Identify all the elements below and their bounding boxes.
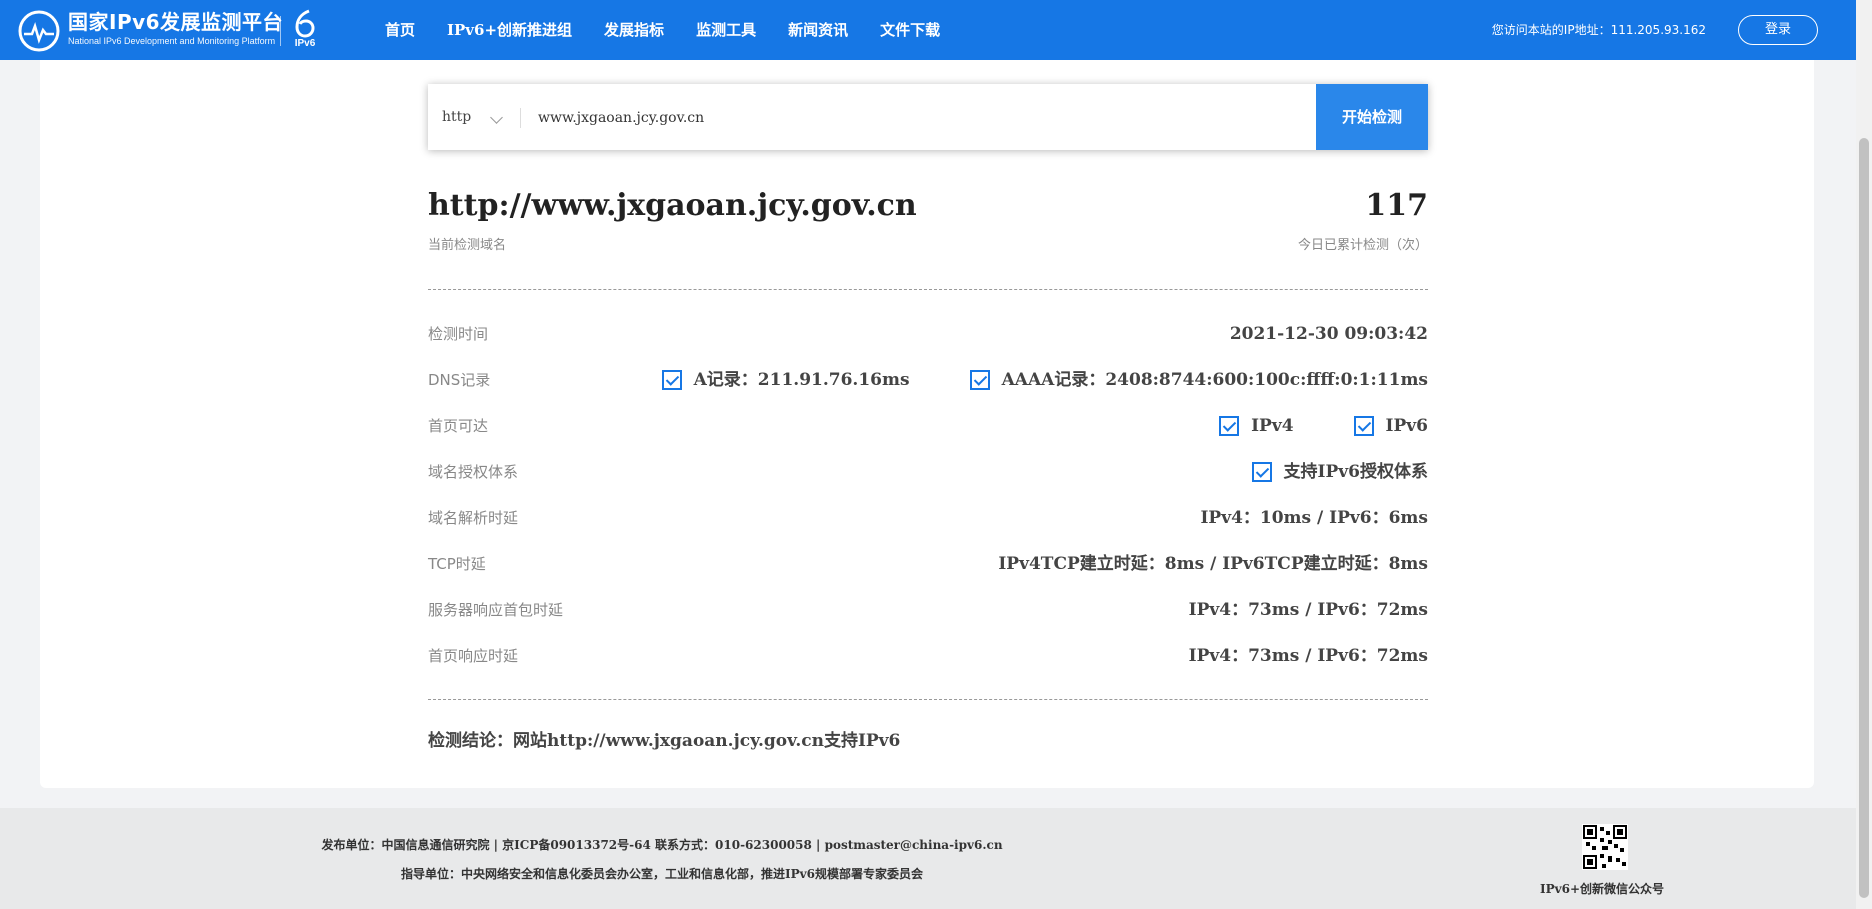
current-domain: http://www.jxgaoan.jcy.gov.cn [428,188,917,223]
resolve-label: 域名解析时延 [428,509,519,527]
row-auth: 域名授权体系 支持IPv6授权体系 [428,458,1428,486]
ipv6-6-icon [295,9,315,38]
check-icon [1219,416,1240,436]
auth-label: 域名授权体系 [428,463,519,481]
nav-downloads[interactable]: 文件下载 [880,0,940,60]
footer-publisher: 发布单位：中国信息通信研究院 | 京ICP备09013372号-64 联系方式：… [321,838,1003,852]
server-value: IPv4：73ms / IPv6：72ms [1188,600,1428,620]
check-count-label: 今日已累计检测（次） [1297,238,1428,253]
check-count: 117 [1365,188,1428,223]
dns-aaaa-record: AAAA记录：2408:8744:600:100c:ffff:0:1:11ms [1001,370,1428,390]
visitor-ip-text: 您访问本站的IP地址：111.205.93.162 [1491,23,1706,37]
conclusion-text: 检测结论：网站http://www.jxgaoan.jcy.gov.cn支持IP… [428,731,901,751]
current-domain-label: 当前检测域名 [428,238,507,253]
check-icon [1251,462,1272,482]
tcp-label: TCP时延 [428,555,486,573]
divider-bottom [428,699,1428,700]
dns-label: DNS记录 [428,371,491,389]
nav-monitor-tools[interactable]: 监测工具 [696,0,756,60]
login-button[interactable]: 登录 [1738,15,1818,45]
result-card: http 开始检测 http://www.jxgaoan.jcy.gov.cn … [40,60,1814,788]
page-footer: 发布单位：中国信息通信研究院 | 京ICP备09013372号-64 联系方式：… [0,808,1856,909]
nav-ipv6-plus[interactable]: IPv6+创新推进组 [447,0,572,60]
top-header: 国家IPv6发展监测平台 National IPv6 Development a… [0,0,1856,60]
nav-home[interactable]: 首页 [385,0,415,60]
check-icon [1353,416,1374,436]
logo-divider [280,16,281,46]
resolve-value: IPv4：10ms / IPv6：6ms [1200,508,1428,528]
row-homepage: 首页可达 IPv4 IPv6 [428,412,1428,440]
nav-indicators[interactable]: 发展指标 [604,0,664,60]
auth-value: 支持IPv6授权体系 [1283,462,1428,482]
server-label: 服务器响应首包时延 [428,601,564,619]
platform-logo-icon[interactable] [18,10,60,52]
scrollbar-thumb[interactable] [1859,138,1869,898]
search-bar: http 开始检测 [428,84,1428,152]
tcp-value: IPv4TCP建立时延：8ms / IPv6TCP建立时延：8ms [998,554,1428,574]
ipv6-badge: IPv6 [290,8,320,52]
homepage-label: 首页可达 [428,417,489,435]
protocol-select[interactable]: http [442,84,471,150]
homepage-ipv4: IPv4 [1251,416,1294,436]
check-time-value: 2021-12-30 09:03:42 [1229,324,1428,344]
nav-news[interactable]: 新闻资讯 [788,0,848,60]
homepage-ipv6: IPv6 [1385,416,1428,436]
qr-label: IPv6+创新微信公众号 [1540,882,1665,896]
page-label: 首页响应时延 [428,647,519,665]
row-tcp: TCP时延 IPv4TCP建立时延：8ms / IPv6TCP建立时延：8ms [428,550,1428,578]
start-check-button[interactable]: 开始检测 [1316,84,1428,150]
check-icon [661,370,682,390]
divider-top [428,289,1428,290]
scrollbar-track[interactable] [1856,0,1872,909]
dns-a-record: A记录：211.91.76.16ms [693,370,910,390]
logo-subtitle: National IPv6 Development and Monitoring… [68,36,276,46]
platform-logo-text[interactable]: 国家IPv6发展监测平台 National IPv6 Development a… [68,10,283,48]
domain-input[interactable] [536,84,1140,152]
check-icon [969,370,990,390]
check-time-label: 检测时间 [428,325,489,343]
row-resolve: 域名解析时延 IPv4：10ms / IPv6：6ms [428,504,1428,532]
row-page: 首页响应时延 IPv4：73ms / IPv6：72ms [428,642,1428,670]
row-server: 服务器响应首包时延 IPv4：73ms / IPv6：72ms [428,596,1428,624]
row-dns: DNS记录 A记录：211.91.76.16ms AAAA记录：2408:874… [428,366,1428,394]
main-nav: 首页 IPv6+创新推进组 发展指标 监测工具 新闻资讯 文件下载 [385,0,972,60]
search-divider [520,108,521,128]
chevron-down-icon[interactable] [490,111,503,124]
logo-title: 国家IPv6发展监测平台 [68,10,284,34]
page-value: IPv4：73ms / IPv6：72ms [1188,646,1428,666]
qr-code-icon [1582,824,1628,870]
row-check-time: 检测时间 2021-12-30 09:03:42 [428,320,1428,348]
footer-guidance: 指导单位：中央网络安全和信息化委员会办公室，工业和信息化部，推进IPv6规模部署… [401,867,923,881]
ipv6-badge-label: IPv6 [294,38,316,49]
